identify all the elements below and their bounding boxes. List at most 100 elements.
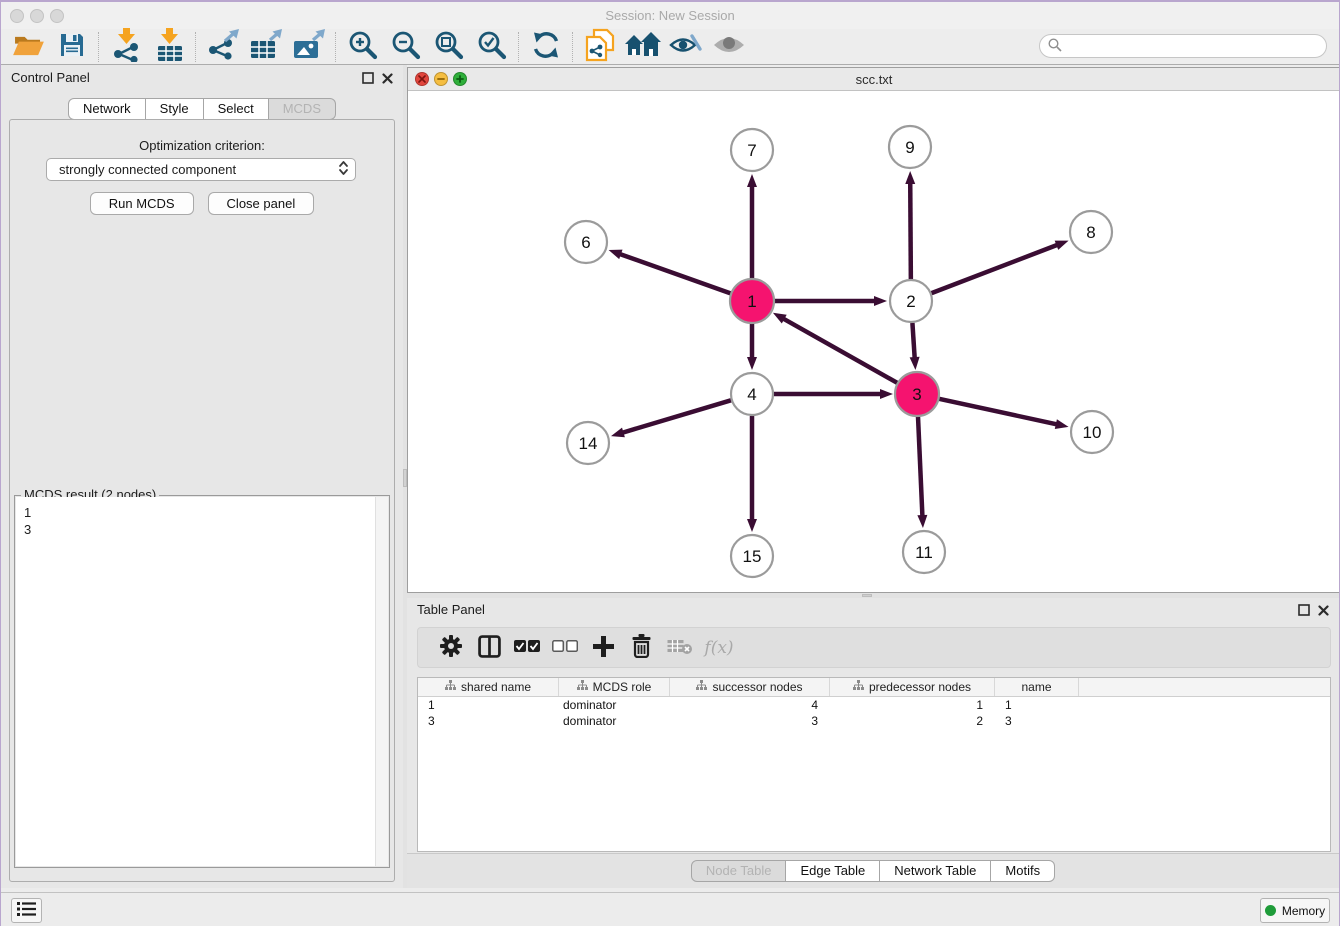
show-log-button[interactable] [11,898,42,923]
graph-edge-arrowhead [880,389,893,399]
tab-network-table[interactable]: Network Table [880,860,991,882]
toolbar-separator [335,32,336,62]
graph-edge-2-9[interactable] [910,182,911,279]
graph-edge-arrowhead [917,515,927,528]
graph-node-label-6: 6 [581,233,590,252]
tab-style[interactable]: Style [146,98,204,120]
tab-node-table[interactable]: Node Table [691,860,787,882]
fx-icon: f(x) [704,638,733,658]
node-table[interactable]: shared nameMCDS rolesuccessor nodesprede… [417,677,1331,852]
graph-edge-2-8[interactable] [932,245,1059,294]
optimization-criterion-select[interactable]: strongly connected component [46,158,356,181]
memory-button[interactable]: Memory [1260,898,1330,923]
save-session-button[interactable] [50,30,93,64]
graph-edge-1-6[interactable] [619,254,731,294]
show-all-button[interactable] [707,30,750,64]
column-header-name[interactable]: name [995,678,1079,696]
table-cell[interactable]: dominator [559,713,670,729]
column-header-predecessor-nodes[interactable]: predecessor nodes [830,678,995,696]
column-header-MCDS-role[interactable]: MCDS role [559,678,670,696]
tab-edge-table[interactable]: Edge Table [786,860,880,882]
tab-select[interactable]: Select [204,98,269,120]
select-all-button[interactable] [508,631,546,665]
table-cell[interactable]: 4 [670,697,830,713]
import-table-button[interactable] [147,30,190,64]
toolbar-separator [98,32,99,62]
duplicate-network-button[interactable] [578,30,621,64]
function-builder-button[interactable]: f(x) [698,631,736,665]
zoom-out-button[interactable] [384,30,427,64]
splitter-handle[interactable] [862,594,872,597]
column-layout-button[interactable] [470,631,508,665]
table-cell[interactable]: 2 [830,713,995,729]
table-row[interactable]: 3dominator323 [418,713,1330,729]
column-header-shared-name[interactable]: shared name [418,678,559,696]
network-graph: 7968124314101511 [408,92,1340,593]
table-cell[interactable]: 3 [418,713,559,729]
table-cell[interactable]: 1 [995,697,1079,713]
column-header-successor-nodes[interactable]: successor nodes [670,678,830,696]
tab-motifs[interactable]: Motifs [991,860,1055,882]
export-table-button[interactable] [244,30,287,64]
apply-layout-button[interactable] [524,30,567,64]
zoom-in-button[interactable] [341,30,384,64]
eye-icon [713,34,745,59]
graph-node-label-8: 8 [1086,223,1095,242]
hide-selected-button[interactable] [664,30,707,64]
zoom-selected-button[interactable] [470,30,513,64]
run-mcds-button[interactable]: Run MCDS [90,192,194,215]
close-panel-button[interactable]: Close panel [208,192,315,215]
close-panel-icon[interactable] [382,72,393,87]
table-cell[interactable]: 1 [418,697,559,713]
graph-node-label-3: 3 [912,385,921,404]
mcds-result-scrollbar[interactable] [375,497,388,866]
add-column-button[interactable] [584,631,622,665]
graph-edge-arrowhead [1055,241,1069,250]
zoom-in-icon [348,30,378,63]
memory-label: Memory [1282,904,1325,918]
toolbar-separator [572,32,573,62]
network-window-title: scc.txt [408,72,1340,87]
deselect-all-icon [552,639,578,656]
import-network-button[interactable] [104,30,147,64]
close-panel-icon[interactable] [1318,604,1329,619]
graph-edge-3-1[interactable] [782,318,897,383]
open-session-button[interactable] [7,30,50,64]
network-canvas[interactable]: 7968124314101511 [408,92,1340,592]
float-panel-icon[interactable] [362,72,374,87]
stepper-icon [338,160,349,179]
zoom-fit-icon [434,30,464,63]
float-panel-icon[interactable] [1298,604,1310,619]
table-cell[interactable]: 3 [995,713,1079,729]
deselect-all-button[interactable] [546,631,584,665]
mcds-result-text[interactable]: 1 3 [16,497,374,866]
list-icon [17,901,37,920]
table-cell[interactable]: 3 [670,713,830,729]
control-panel: Control Panel Network Style Select MCDS … [1,65,403,888]
delete-table-button[interactable] [660,631,698,665]
search-field[interactable] [1039,34,1327,58]
home-button[interactable] [621,30,664,64]
graph-edge-2-3[interactable] [912,323,914,359]
graph-edge-3-10[interactable] [938,399,1057,425]
table-row[interactable]: 1dominator411 [418,697,1330,713]
graph-edge-arrowhead [1055,419,1069,429]
table-cell[interactable]: 1 [830,697,995,713]
graph-edge-3-11[interactable] [918,416,922,517]
zoom-fit-button[interactable] [427,30,470,64]
delete-column-button[interactable] [622,631,660,665]
table-cell[interactable]: dominator [559,697,670,713]
tab-mcds[interactable]: MCDS [269,98,336,120]
table-settings-button[interactable] [432,631,470,665]
toolbar-separator [195,32,196,62]
tab-network[interactable]: Network [68,98,146,120]
graph-node-label-10: 10 [1083,423,1102,442]
export-image-button[interactable] [287,30,330,64]
graph-edge-4-14[interactable] [622,400,731,433]
export-network-button[interactable] [201,30,244,64]
search-input[interactable] [1067,39,1326,54]
trash-icon [631,634,652,661]
graph-edge-arrowhead [747,357,757,370]
node-type-icon [445,680,456,694]
node-type-icon [577,680,588,694]
